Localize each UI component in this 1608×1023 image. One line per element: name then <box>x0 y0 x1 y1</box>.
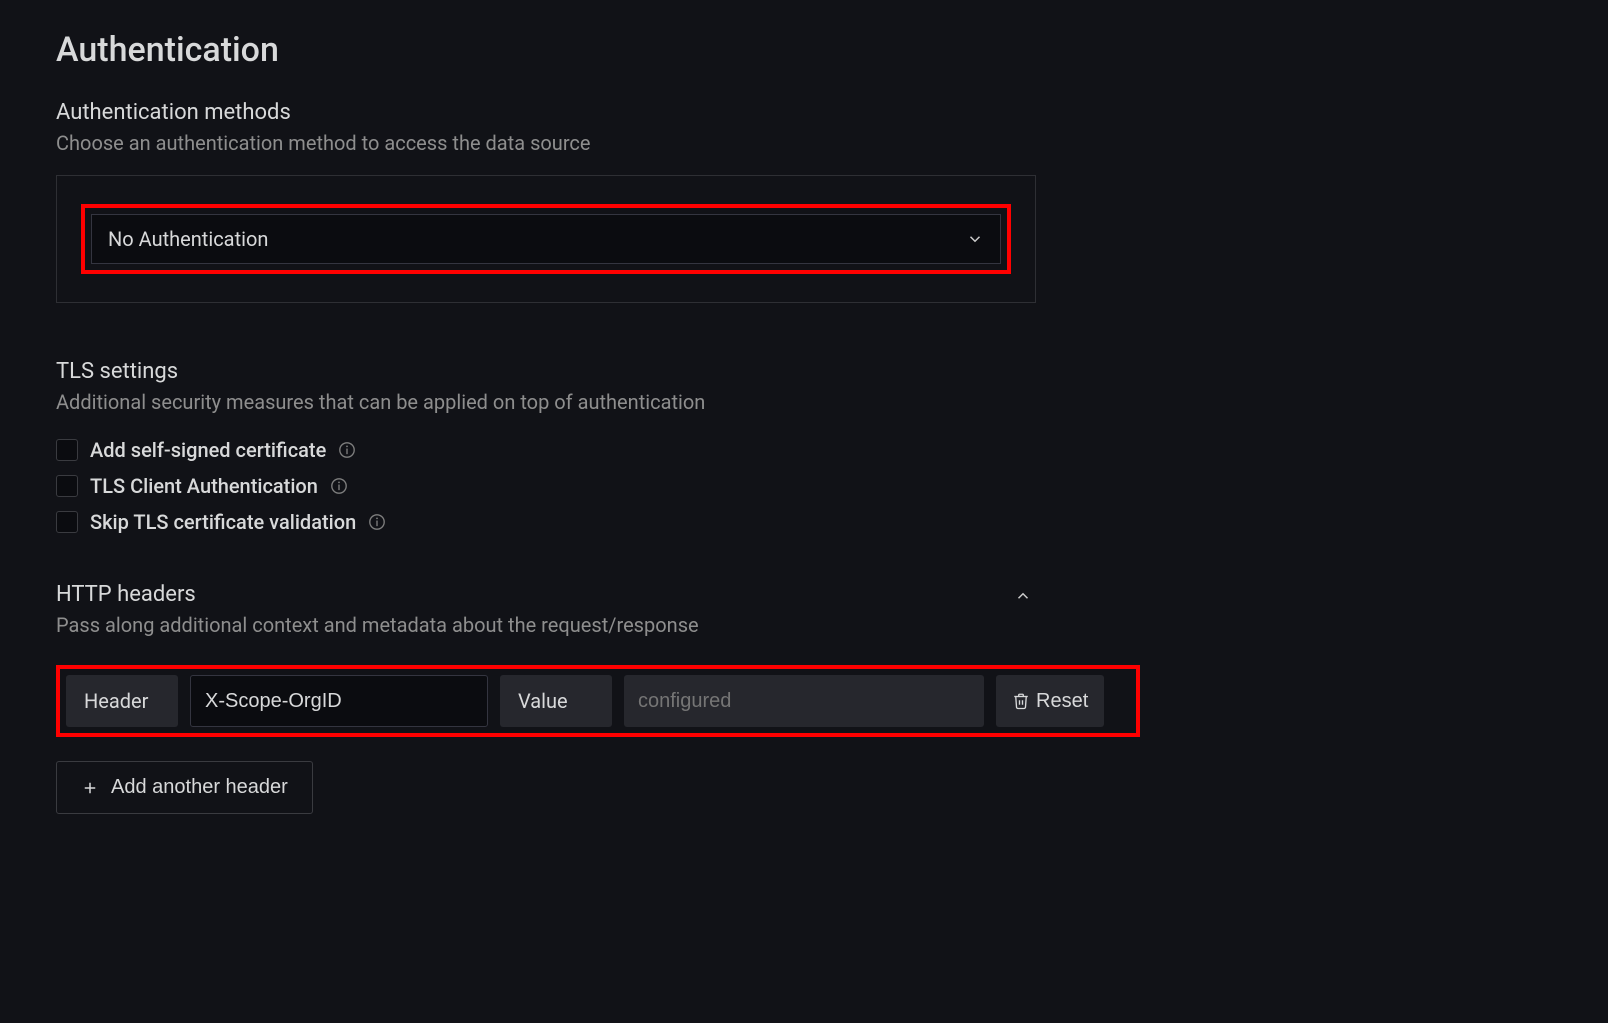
auth-methods-box: No Authentication <box>56 175 1036 303</box>
http-headers-collapse-button[interactable] <box>1010 583 1036 613</box>
http-headers-description: Pass along additional context and metada… <box>56 613 1552 637</box>
trash-icon <box>1012 692 1030 710</box>
auth-select-highlight: No Authentication <box>81 204 1011 274</box>
info-icon[interactable] <box>330 477 348 495</box>
info-icon[interactable] <box>368 513 386 531</box>
auth-methods-heading: Authentication methods <box>56 100 1552 125</box>
tls-option-client-auth: TLS Client Authentication <box>56 474 1552 498</box>
checkbox-client-auth[interactable] <box>56 475 78 497</box>
tls-option-skip-validation: Skip TLS certificate validation <box>56 510 1552 534</box>
checkbox-skip-validation[interactable] <box>56 511 78 533</box>
auth-method-select[interactable]: No Authentication <box>91 214 1001 264</box>
reset-button-label: Reset <box>1036 690 1088 713</box>
section-title-authentication: Authentication <box>56 30 1552 70</box>
http-header-row: Header Value Reset <box>66 675 1130 727</box>
tls-description: Additional security measures that can be… <box>56 390 1552 414</box>
auth-method-selected-label: No Authentication <box>108 227 268 251</box>
chevron-up-icon <box>1014 587 1032 605</box>
tls-option-self-signed: Add self-signed certificate <box>56 438 1552 462</box>
checkbox-label-self-signed: Add self-signed certificate <box>90 438 326 462</box>
add-header-label: Add another header <box>111 776 288 799</box>
header-value-input[interactable] <box>624 675 984 727</box>
header-name-label: Header <box>66 675 178 727</box>
http-headers-heading: HTTP headers <box>56 582 196 607</box>
checkbox-label-skip-validation: Skip TLS certificate validation <box>90 510 356 534</box>
header-value-label: Value <box>500 675 612 727</box>
tls-heading: TLS settings <box>56 359 1552 384</box>
authentication-methods-section: Authentication methods Choose an authent… <box>56 100 1552 303</box>
chevron-down-icon <box>966 230 984 248</box>
checkbox-self-signed[interactable] <box>56 439 78 461</box>
checkbox-label-client-auth: TLS Client Authentication <box>90 474 318 498</box>
add-header-button[interactable]: Add another header <box>56 761 313 814</box>
plus-icon <box>81 779 99 797</box>
auth-methods-description: Choose an authentication method to acces… <box>56 131 1552 155</box>
reset-header-button[interactable]: Reset <box>996 675 1104 727</box>
http-headers-section: HTTP headers Pass along additional conte… <box>56 582 1552 814</box>
tls-settings-section: TLS settings Additional security measure… <box>56 359 1552 534</box>
http-header-row-highlight: Header Value Reset <box>56 665 1140 737</box>
header-name-input[interactable] <box>190 675 488 727</box>
info-icon[interactable] <box>338 441 356 459</box>
